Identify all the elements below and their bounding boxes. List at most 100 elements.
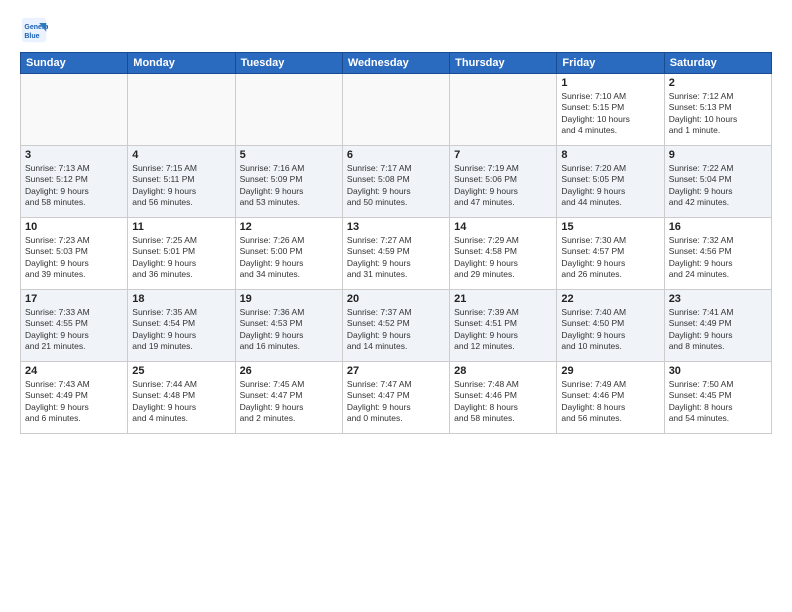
day-info: Sunrise: 7:29 AM Sunset: 4:58 PM Dayligh… bbox=[454, 235, 552, 281]
day-info: Sunrise: 7:43 AM Sunset: 4:49 PM Dayligh… bbox=[25, 379, 123, 425]
day-number: 5 bbox=[240, 149, 338, 161]
calendar-week-4: 17 Sunrise: 7:33 AM Sunset: 4:55 PM Dayli… bbox=[21, 290, 772, 362]
day-info: Sunrise: 7:47 AM Sunset: 4:47 PM Dayligh… bbox=[347, 379, 445, 425]
day-info: Sunrise: 7:17 AM Sunset: 5:08 PM Dayligh… bbox=[347, 163, 445, 209]
logo-icon: General Blue bbox=[20, 16, 48, 44]
day-number: 12 bbox=[240, 221, 338, 233]
calendar-cell: 27Sunrise: 7:47 AM Sunset: 4:47 PM Dayli… bbox=[342, 362, 449, 434]
day-number: 25 bbox=[132, 365, 230, 377]
calendar-table: SundayMondayTuesdayWednesdayThursdayFrid… bbox=[20, 52, 772, 434]
day-number: 7 bbox=[454, 149, 552, 161]
day-number: 10 bbox=[25, 221, 123, 233]
calendar-cell: 13Sunrise: 7:27 AM Sunset: 4:59 PM Dayli… bbox=[342, 218, 449, 290]
calendar-cell: 5 Sunrise: 7:16 AM Sunset: 5:09 PM Daylig… bbox=[235, 146, 342, 218]
calendar-cell: 24 Sunrise: 7:43 AM Sunset: 4:49 PM Dayli… bbox=[21, 362, 128, 434]
calendar-cell: 17 Sunrise: 7:33 AM Sunset: 4:55 PM Dayli… bbox=[21, 290, 128, 362]
logo: General Blue bbox=[20, 16, 52, 44]
day-number: 14 bbox=[454, 221, 552, 233]
day-info: Sunrise: 7:35 AM Sunset: 4:54 PM Dayligh… bbox=[132, 307, 230, 353]
weekday-header-sunday: Sunday bbox=[21, 53, 128, 74]
day-info: Sunrise: 7:44 AM Sunset: 4:48 PM Dayligh… bbox=[132, 379, 230, 425]
day-number: 4 bbox=[132, 149, 230, 161]
day-info: Sunrise: 7:48 AM Sunset: 4:46 PM Dayligh… bbox=[454, 379, 552, 425]
calendar-cell: 6 Sunrise: 7:17 AM Sunset: 5:08 PM Daylig… bbox=[342, 146, 449, 218]
day-number: 17 bbox=[25, 293, 123, 305]
day-number: 13 bbox=[347, 221, 445, 233]
calendar-cell: 4 Sunrise: 7:15 AM Sunset: 5:11 PM Daylig… bbox=[128, 146, 235, 218]
day-info: Sunrise: 7:25 AM Sunset: 5:01 PM Dayligh… bbox=[132, 235, 230, 281]
day-number: 26 bbox=[240, 365, 338, 377]
calendar-week-3: 10 Sunrise: 7:23 AM Sunset: 5:03 PM Dayli… bbox=[21, 218, 772, 290]
calendar-cell bbox=[235, 74, 342, 146]
day-number: 28 bbox=[454, 365, 552, 377]
calendar-cell bbox=[128, 74, 235, 146]
day-info: Sunrise: 7:23 AM Sunset: 5:03 PM Dayligh… bbox=[25, 235, 123, 281]
day-info: Sunrise: 7:20 AM Sunset: 5:05 PM Dayligh… bbox=[561, 163, 659, 209]
weekday-header-saturday: Saturday bbox=[664, 53, 771, 74]
day-number: 24 bbox=[25, 365, 123, 377]
calendar-cell bbox=[450, 74, 557, 146]
calendar-week-1: 1 Sunrise: 7:10 AM Sunset: 5:15 PM Daylig… bbox=[21, 74, 772, 146]
calendar-cell: 7Sunrise: 7:19 AM Sunset: 5:06 PM Daylig… bbox=[450, 146, 557, 218]
calendar-cell: 15 Sunrise: 7:30 AM Sunset: 4:57 PM Dayli… bbox=[557, 218, 664, 290]
day-info: Sunrise: 7:16 AM Sunset: 5:09 PM Dayligh… bbox=[240, 163, 338, 209]
calendar-cell: 14 Sunrise: 7:29 AM Sunset: 4:58 PM Dayli… bbox=[450, 218, 557, 290]
calendar-cell: 28 Sunrise: 7:48 AM Sunset: 4:46 PM Dayli… bbox=[450, 362, 557, 434]
calendar-cell: 10 Sunrise: 7:23 AM Sunset: 5:03 PM Dayli… bbox=[21, 218, 128, 290]
day-number: 15 bbox=[561, 221, 659, 233]
calendar-week-5: 24 Sunrise: 7:43 AM Sunset: 4:49 PM Dayli… bbox=[21, 362, 772, 434]
day-number: 11 bbox=[132, 221, 230, 233]
day-info: Sunrise: 7:50 AM Sunset: 4:45 PM Dayligh… bbox=[669, 379, 767, 425]
weekday-header-monday: Monday bbox=[128, 53, 235, 74]
day-info: Sunrise: 7:30 AM Sunset: 4:57 PM Dayligh… bbox=[561, 235, 659, 281]
day-number: 30 bbox=[669, 365, 767, 377]
calendar-cell: 19Sunrise: 7:36 AM Sunset: 4:53 PM Dayli… bbox=[235, 290, 342, 362]
calendar-cell: 3 Sunrise: 7:13 AM Sunset: 5:12 PM Daylig… bbox=[21, 146, 128, 218]
calendar-cell: 26 Sunrise: 7:45 AM Sunset: 4:47 PM Dayli… bbox=[235, 362, 342, 434]
weekday-header-thursday: Thursday bbox=[450, 53, 557, 74]
calendar-cell: 2Sunrise: 7:12 AM Sunset: 5:13 PM Daylig… bbox=[664, 74, 771, 146]
calendar-cell: 16 Sunrise: 7:32 AM Sunset: 4:56 PM Dayli… bbox=[664, 218, 771, 290]
day-info: Sunrise: 7:26 AM Sunset: 5:00 PM Dayligh… bbox=[240, 235, 338, 281]
day-info: Sunrise: 7:10 AM Sunset: 5:15 PM Dayligh… bbox=[561, 91, 659, 137]
calendar-cell: 11 Sunrise: 7:25 AM Sunset: 5:01 PM Dayli… bbox=[128, 218, 235, 290]
day-info: Sunrise: 7:39 AM Sunset: 4:51 PM Dayligh… bbox=[454, 307, 552, 353]
day-info: Sunrise: 7:33 AM Sunset: 4:55 PM Dayligh… bbox=[25, 307, 123, 353]
calendar-cell: 12 Sunrise: 7:26 AM Sunset: 5:00 PM Dayli… bbox=[235, 218, 342, 290]
day-number: 8 bbox=[561, 149, 659, 161]
weekday-header-tuesday: Tuesday bbox=[235, 53, 342, 74]
day-number: 16 bbox=[669, 221, 767, 233]
day-number: 18 bbox=[132, 293, 230, 305]
day-info: Sunrise: 7:12 AM Sunset: 5:13 PM Dayligh… bbox=[669, 91, 767, 137]
calendar-cell bbox=[342, 74, 449, 146]
day-info: Sunrise: 7:41 AM Sunset: 4:49 PM Dayligh… bbox=[669, 307, 767, 353]
calendar-cell: 25 Sunrise: 7:44 AM Sunset: 4:48 PM Dayli… bbox=[128, 362, 235, 434]
day-info: Sunrise: 7:15 AM Sunset: 5:11 PM Dayligh… bbox=[132, 163, 230, 209]
calendar-cell: 23Sunrise: 7:41 AM Sunset: 4:49 PM Dayli… bbox=[664, 290, 771, 362]
day-number: 20 bbox=[347, 293, 445, 305]
page: General Blue SundayMondayTuesdayWednesda… bbox=[0, 0, 792, 612]
calendar-cell: 8 Sunrise: 7:20 AM Sunset: 5:05 PM Daylig… bbox=[557, 146, 664, 218]
day-number: 21 bbox=[454, 293, 552, 305]
day-info: Sunrise: 7:13 AM Sunset: 5:12 PM Dayligh… bbox=[25, 163, 123, 209]
day-info: Sunrise: 7:37 AM Sunset: 4:52 PM Dayligh… bbox=[347, 307, 445, 353]
calendar-cell: 9Sunrise: 7:22 AM Sunset: 5:04 PM Daylig… bbox=[664, 146, 771, 218]
day-info: Sunrise: 7:45 AM Sunset: 4:47 PM Dayligh… bbox=[240, 379, 338, 425]
header: General Blue bbox=[20, 16, 772, 44]
calendar-cell: 1 Sunrise: 7:10 AM Sunset: 5:15 PM Daylig… bbox=[557, 74, 664, 146]
calendar-cell: 18 Sunrise: 7:35 AM Sunset: 4:54 PM Dayli… bbox=[128, 290, 235, 362]
day-info: Sunrise: 7:36 AM Sunset: 4:53 PM Dayligh… bbox=[240, 307, 338, 353]
calendar-cell bbox=[21, 74, 128, 146]
day-info: Sunrise: 7:49 AM Sunset: 4:46 PM Dayligh… bbox=[561, 379, 659, 425]
weekday-header-friday: Friday bbox=[557, 53, 664, 74]
day-number: 6 bbox=[347, 149, 445, 161]
day-number: 29 bbox=[561, 365, 659, 377]
calendar-cell: 22Sunrise: 7:40 AM Sunset: 4:50 PM Dayli… bbox=[557, 290, 664, 362]
day-number: 1 bbox=[561, 77, 659, 89]
day-number: 3 bbox=[25, 149, 123, 161]
calendar-cell: 30 Sunrise: 7:50 AM Sunset: 4:45 PM Dayli… bbox=[664, 362, 771, 434]
day-info: Sunrise: 7:32 AM Sunset: 4:56 PM Dayligh… bbox=[669, 235, 767, 281]
calendar-cell: 21 Sunrise: 7:39 AM Sunset: 4:51 PM Dayli… bbox=[450, 290, 557, 362]
weekday-header-wednesday: Wednesday bbox=[342, 53, 449, 74]
day-info: Sunrise: 7:40 AM Sunset: 4:50 PM Dayligh… bbox=[561, 307, 659, 353]
